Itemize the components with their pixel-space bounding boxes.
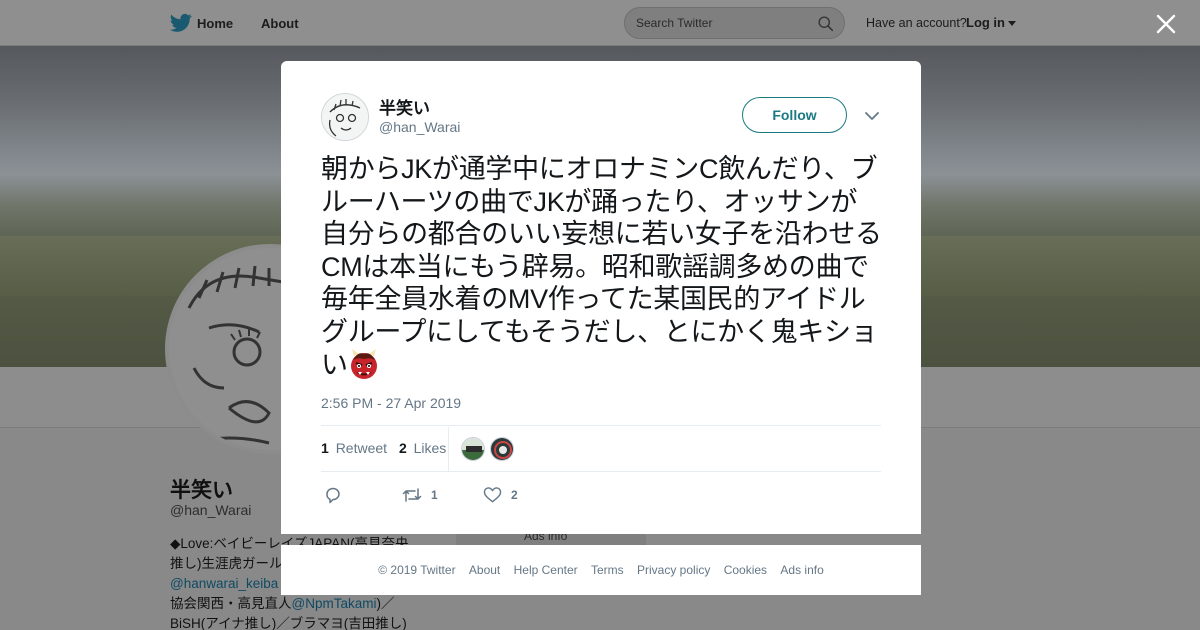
liker-avatar-image <box>491 438 513 460</box>
bio-mention-link[interactable]: @NpmTakami <box>292 596 377 611</box>
reply-icon[interactable] <box>324 486 342 504</box>
bio-text: 協会関西・高見直人 <box>170 596 292 611</box>
profile-name: 半笑い <box>170 479 233 502</box>
bio-line: 協会関西・高見直人@NpmTakami)／ <box>170 594 430 614</box>
bio-text: )／ <box>376 596 395 611</box>
caret-down-icon[interactable] <box>1008 21 1016 26</box>
have-account-text: Have an account? <box>866 16 967 30</box>
bio-mention-link[interactable]: @hanwarai_keiba <box>170 576 278 591</box>
like-action-count[interactable]: 2 <box>511 488 518 502</box>
tweet-author-handle[interactable]: @han_Warai <box>379 119 460 135</box>
tweet-body: 朝からJKが通学中にオロナミンC飲んだり、ブルーハーツの曲でJKが踊ったり、オッ… <box>321 154 882 380</box>
liker-avatar[interactable] <box>490 437 514 461</box>
modal-footer: © 2019 Twitter About Help Center Terms P… <box>281 545 921 595</box>
nav-home-link[interactable]: Home <box>197 16 233 31</box>
footer-terms-link[interactable]: Terms <box>591 563 624 577</box>
footer-ads-info-link[interactable]: Ads info <box>780 563 823 577</box>
profile-handle: @han_Warai <box>170 502 252 518</box>
search-icon[interactable] <box>817 15 834 32</box>
likes-count[interactable]: 2 <box>399 440 407 456</box>
retweet-action-count[interactable]: 1 <box>431 488 438 502</box>
login-link[interactable]: Log in <box>966 15 1005 30</box>
footer-copyright: © 2019 Twitter <box>378 563 456 577</box>
divider <box>448 427 449 471</box>
liker-avatar-image <box>462 438 484 460</box>
nav-about-link[interactable]: About <box>261 16 299 31</box>
tweet-timestamp[interactable]: 2:56 PM - 27 Apr 2019 <box>321 395 461 411</box>
bio-text: 推し)生涯虎ガール／ <box>170 556 296 571</box>
liker-avatar[interactable] <box>461 437 485 461</box>
footer-cookies-link[interactable]: Cookies <box>724 563 767 577</box>
retweet-icon[interactable] <box>402 486 422 504</box>
footer-help-center-link[interactable]: Help Center <box>514 563 578 577</box>
bio-line: BiSH(アイナ推し)／ブラマヨ(吉田推し) <box>170 614 430 630</box>
chevron-down-icon[interactable] <box>865 111 879 121</box>
tweet-modal: 半笑い @han_Warai Follow 朝からJKが通学中にオロナミンC飲ん… <box>281 61 921 534</box>
tweet-stats: 1 Retweet 2 Likes <box>321 440 446 456</box>
divider <box>321 425 881 426</box>
japanese-ogre-icon <box>350 349 377 379</box>
footer-about-link[interactable]: About <box>469 563 500 577</box>
footer-links: © 2019 Twitter About Help Center Terms P… <box>281 563 921 577</box>
likes-stat-label[interactable]: Likes <box>414 440 447 456</box>
avatar-drawing <box>322 94 368 140</box>
follow-button[interactable]: Follow <box>742 97 847 133</box>
tweet-author-name[interactable]: 半笑い <box>379 94 430 119</box>
search-input[interactable] <box>636 15 806 31</box>
divider <box>321 471 881 472</box>
heart-icon[interactable] <box>483 486 502 504</box>
tweet-text: 朝からJKが通学中にオロナミンC飲んだり、ブルーハーツの曲でJKが踊ったり、オッ… <box>321 153 883 382</box>
top-navigation: Home About Have an account? Log in <box>0 0 1200 46</box>
retweet-stat-label[interactable]: Retweet <box>336 440 387 456</box>
tweet-author-avatar[interactable] <box>321 93 369 141</box>
search-box[interactable] <box>624 7 845 39</box>
close-icon[interactable] <box>1154 12 1178 36</box>
retweet-count[interactable]: 1 <box>321 440 329 456</box>
footer-privacy-link[interactable]: Privacy policy <box>637 563 710 577</box>
bio-text: BiSH(アイナ推し)／ブラマヨ(吉田推し) <box>170 616 407 630</box>
twitter-bird-icon[interactable] <box>170 13 192 33</box>
